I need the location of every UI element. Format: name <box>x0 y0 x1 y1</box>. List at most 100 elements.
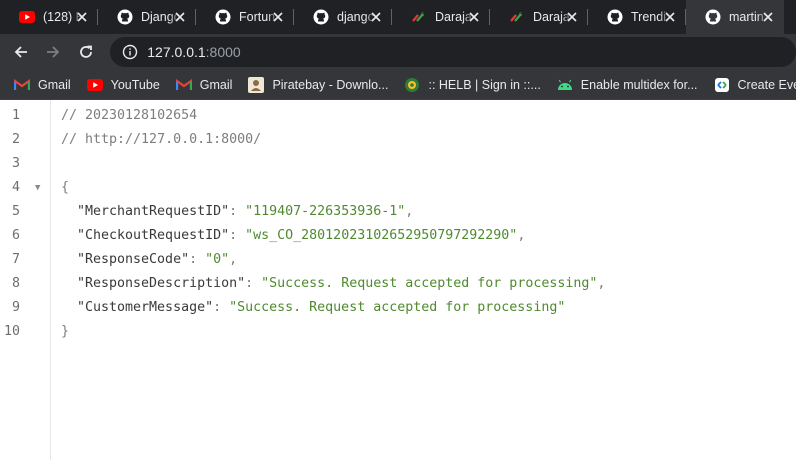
code-line: 2 // http://127.0.0.1:8000/ <box>0 128 796 152</box>
bookmark-create-events[interactable]: Create Events <box>706 73 796 97</box>
youtube-icon <box>19 9 35 25</box>
daraja-icon: s <box>509 9 525 25</box>
line-number: 7 <box>11 252 20 267</box>
close-icon[interactable] <box>74 9 90 25</box>
json-key: "CustomerMessage" <box>77 300 214 315</box>
json-value: "Success. Request accepted for processin… <box>229 300 566 315</box>
line-number: 9 <box>11 300 20 315</box>
bookmark-label: YouTube <box>110 77 160 92</box>
bookmark-label: Gmail <box>199 77 233 92</box>
bookmark-helb[interactable]: :: HELB | Sign in ::... <box>396 73 548 97</box>
json-entry: "CustomerMessage": "Success. Request acc… <box>77 300 566 315</box>
youtube-icon <box>86 77 103 93</box>
bookmarks-bar: Gmail YouTube Gmail Piratebay - Downlo..… <box>0 70 796 100</box>
daraja-icon: s <box>411 9 427 25</box>
json-entry: "MerchantRequestID": "119407-226353936-1… <box>77 204 414 219</box>
tab-youtube[interactable]: (128) H <box>0 0 98 34</box>
tab-strip: (128) H Django Fortun djangc s Daraja s … <box>0 0 796 34</box>
bookmark-multidex[interactable]: Enable multidex for... <box>549 73 706 97</box>
bookmark-label: Enable multidex for... <box>580 77 698 92</box>
info-icon[interactable] <box>122 44 138 60</box>
code-line: 8 "ResponseDescription": "Success. Reque… <box>0 272 796 296</box>
close-icon[interactable] <box>466 9 482 25</box>
line-number: 3 <box>11 156 20 171</box>
tab-github-django-2[interactable]: djangc <box>294 0 392 34</box>
json-comma: , <box>597 276 606 291</box>
fold-arrow-icon[interactable]: ▼ <box>35 176 45 200</box>
line-number: 8 <box>11 276 20 291</box>
url-port: :8000 <box>205 44 241 60</box>
github-icon <box>117 9 133 25</box>
tab-github-trending[interactable]: Trendi <box>588 0 686 34</box>
json-value: "0" <box>205 252 230 267</box>
json-key: "ResponseDescription" <box>77 276 246 291</box>
code-line: 3 <box>0 152 796 176</box>
toolbar: 127.0.0.1:8000 <box>0 34 796 70</box>
back-button[interactable] <box>7 38 34 66</box>
json-key: "MerchantRequestID" <box>77 204 230 219</box>
close-icon[interactable] <box>368 9 384 25</box>
json-value: "ws_CO_28012023102652950797292290" <box>245 228 518 243</box>
code-line: 4 ▼ { <box>0 176 796 200</box>
tab-github-django[interactable]: Django <box>98 0 196 34</box>
reload-icon <box>79 45 92 58</box>
bookmark-label: :: HELB | Sign in ::... <box>428 77 541 92</box>
close-icon[interactable] <box>662 9 678 25</box>
json-entry: "ResponseDescription": "Success. Request… <box>77 276 606 291</box>
code-line: 5 "MerchantRequestID": "119407-226353936… <box>0 200 796 224</box>
comment-date: // 20230128102654 <box>61 108 198 123</box>
open-brace: { <box>61 180 70 195</box>
line-number: 4 <box>11 180 20 195</box>
json-value: "Success. Request accepted for processin… <box>261 276 598 291</box>
code-line: 9 "CustomerMessage": "Success. Request a… <box>0 296 796 320</box>
github-icon <box>607 9 623 25</box>
arrow-right-icon <box>47 46 60 58</box>
url-text: 127.0.0.1:8000 <box>147 44 240 60</box>
forward-button[interactable] <box>39 38 66 66</box>
tab-github-fortune[interactable]: Fortun <box>196 0 294 34</box>
close-icon[interactable] <box>270 9 286 25</box>
tab-daraja[interactable]: s Daraja <box>392 0 490 34</box>
helb-icon <box>404 77 420 93</box>
bookmark-label: Piratebay - Downlo... <box>272 77 389 92</box>
line-number: 2 <box>11 132 20 147</box>
tab-daraja-2[interactable]: s Daraja <box>490 0 588 34</box>
bookmark-gmail[interactable]: Gmail <box>0 73 79 97</box>
close-brace: } <box>61 324 70 339</box>
github-icon <box>215 9 231 25</box>
address-bar[interactable]: 127.0.0.1:8000 <box>110 37 796 67</box>
bookmark-gmail-2[interactable]: Gmail <box>168 73 241 97</box>
github-icon <box>313 9 329 25</box>
json-key: "ResponseCode" <box>77 252 190 267</box>
github-icon <box>705 9 721 25</box>
json-comma: , <box>517 228 526 243</box>
json-entry: "CheckoutRequestID": "ws_CO_280120231026… <box>77 228 526 243</box>
code-line: 10 } <box>0 320 796 344</box>
tab-github-martin[interactable]: martin <box>686 0 784 34</box>
line-number: 5 <box>11 204 20 219</box>
close-icon[interactable] <box>172 9 188 25</box>
svg-text:s: s <box>519 11 522 18</box>
json-value: "119407-226353936-1" <box>245 204 406 219</box>
bookmark-piratebay[interactable]: Piratebay - Downlo... <box>240 73 396 97</box>
code-line: 1 // 20230128102654 <box>0 104 796 128</box>
bookmark-youtube[interactable]: YouTube <box>79 73 168 97</box>
close-icon[interactable] <box>760 9 776 25</box>
events-icon <box>714 77 730 93</box>
json-key: "CheckoutRequestID" <box>77 228 230 243</box>
arrow-left-icon <box>14 46 27 58</box>
close-icon[interactable] <box>564 9 580 25</box>
gmail-icon <box>175 77 192 93</box>
line-number: 10 <box>3 324 20 339</box>
reload-button[interactable] <box>72 38 99 66</box>
json-comma: , <box>229 252 238 267</box>
comment-url: // http://127.0.0.1:8000/ <box>61 132 262 147</box>
line-number: 6 <box>11 228 20 243</box>
json-viewer: 1 // 20230128102654 2 // http://127.0.0.… <box>0 100 796 460</box>
gmail-icon <box>14 77 30 93</box>
json-entry: "ResponseCode": "0", <box>77 252 238 267</box>
bookmark-label: Create Events <box>737 77 796 92</box>
code-line: 6 "CheckoutRequestID": "ws_CO_2801202310… <box>0 224 796 248</box>
android-icon <box>557 77 573 93</box>
piratebay-icon <box>248 76 265 93</box>
